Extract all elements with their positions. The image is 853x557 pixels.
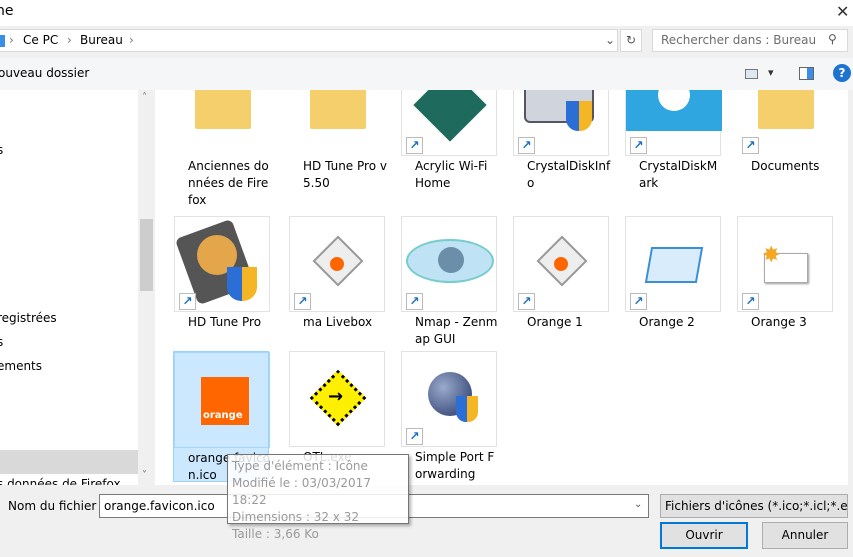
file-name: HD Tune Pro <box>188 315 262 329</box>
file-thumbnail: ✸ ↗ <box>737 216 833 312</box>
shortcut-arrow-icon: ↗ <box>742 293 759 310</box>
file-name: ma Livebox <box>303 315 373 329</box>
shortcut-arrow-icon: ↗ <box>518 137 535 154</box>
help-icon[interactable]: ? <box>833 64 851 82</box>
address-bar[interactable]: › Ce PC › Bureau › ⌄ <box>0 29 618 52</box>
shortcut-arrow-icon: ↗ <box>630 293 647 310</box>
chevron-down-icon[interactable]: ⌄ <box>634 499 642 510</box>
file-thumbnail: ↗ <box>737 90 833 156</box>
new-folder-button[interactable]: ouveau dossier <box>0 66 89 80</box>
file-list: Anciennes données de Firefox HD Tune Pro … <box>155 90 848 485</box>
refresh-icon[interactable]: ↻ <box>620 29 642 52</box>
tooltip-dimensions: Dimensions : 32 x 32 <box>232 510 359 524</box>
nav-item[interactable]: ements <box>0 359 42 373</box>
close-icon[interactable]: ✕ <box>836 2 849 21</box>
file-thumbnail: ↗ <box>174 216 270 312</box>
nav-scrollbar-thumb[interactable] <box>140 219 153 291</box>
tooltip-type: Type d'élément : Icône <box>232 459 368 473</box>
file-name: Acrylic Wi-Fi Home <box>415 159 488 190</box>
view-icon[interactable] <box>745 69 758 79</box>
file-name: Orange 2 <box>639 315 695 329</box>
shortcut-arrow-icon: ↗ <box>406 428 423 445</box>
tooltip-size: Taille : 3,66 Ko <box>232 527 319 541</box>
file-name: CrystalDiskInfo <box>527 159 611 190</box>
file-name: Orange 1 <box>527 315 583 329</box>
file-tooltip: Type d'élément : Icône Modifié le : 03/0… <box>227 454 409 541</box>
filename-label: Nom du fichier : <box>8 499 105 513</box>
shortcut-arrow-icon: ↗ <box>406 293 423 310</box>
file-type-value: Fichiers d'icônes (*.ico;*.icl;*.exe <box>665 499 848 513</box>
window-title: ne <box>0 3 14 19</box>
navigation-pane: s registrées s ements s données de Firef… <box>0 90 138 485</box>
orange-logo-text: orange <box>203 410 243 421</box>
file-thumbnail: → <box>289 351 385 447</box>
file-thumbnail: ↗ <box>289 216 385 312</box>
nav-item[interactable]: registrées <box>0 311 57 325</box>
file-thumbnail: ↗ <box>401 216 497 312</box>
file-thumbnail: ↗ <box>513 90 609 156</box>
file-name: Documents <box>751 159 820 173</box>
view-dropdown-icon[interactable]: ▾ <box>768 66 774 79</box>
preview-pane-icon[interactable] <box>799 67 814 80</box>
file-name: Orange 3 <box>751 315 807 329</box>
breadcrumb-separator: › <box>9 33 14 47</box>
search-input[interactable]: Rechercher dans : Bureau <box>652 29 848 52</box>
nav-item[interactable]: s <box>0 335 3 349</box>
file-type-select[interactable]: Fichiers d'icônes (*.ico;*.icl;*.exe <box>660 494 848 518</box>
breadcrumb-separator: › <box>67 33 72 47</box>
toolbar: ouveau dossier ▾ ? <box>0 58 853 90</box>
pc-icon <box>0 35 5 47</box>
open-button[interactable]: Ouvrir <box>660 522 748 549</box>
scroll-down-icon[interactable]: ˅ <box>142 470 147 481</box>
shortcut-arrow-icon: ↗ <box>518 293 535 310</box>
nav-item-selected[interactable] <box>0 450 138 474</box>
search-icon: ⚲ <box>828 32 837 46</box>
breadcrumb-ce-pc[interactable]: Ce PC <box>23 33 58 47</box>
cancel-button[interactable]: Annuler <box>762 522 848 549</box>
file-thumbnail: ↗ <box>513 216 609 312</box>
file-thumbnail: ↗ <box>625 216 721 312</box>
file-name: Anciennes données de Firefox <box>188 159 269 207</box>
file-list-scrollbar[interactable] <box>848 90 853 485</box>
file-thumbnail: orange <box>174 352 270 448</box>
shortcut-arrow-icon: ↗ <box>742 137 759 154</box>
file-thumbnail <box>174 90 270 156</box>
file-thumbnail <box>289 90 385 156</box>
file-name: HD Tune Pro v5.50 <box>303 159 387 190</box>
shortcut-arrow-icon: ↗ <box>179 293 196 310</box>
file-thumbnail: ↗ <box>401 351 497 447</box>
file-name: Nmap - Zenmap GUI <box>415 315 498 346</box>
tooltip-modified: Modifié le : 03/03/2017 18:22 <box>232 476 371 507</box>
file-thumbnail: ↗ <box>625 90 722 156</box>
shortcut-arrow-icon: ↗ <box>630 137 647 154</box>
shortcut-arrow-icon: ↗ <box>406 137 423 154</box>
chevron-down-icon[interactable]: ⌄ <box>605 33 615 47</box>
nav-item[interactable]: s <box>0 143 3 157</box>
scroll-up-icon[interactable]: ˄ <box>142 92 147 103</box>
file-name: Simple Port Forwarding <box>415 450 495 481</box>
title-bar: ne ✕ <box>0 0 853 26</box>
breadcrumb-separator[interactable]: › <box>129 33 134 47</box>
nav-item[interactable]: s données de Firefox <box>0 477 121 485</box>
breadcrumb-bureau[interactable]: Bureau <box>80 33 123 47</box>
shortcut-arrow-icon: ↗ <box>294 293 311 310</box>
file-thumbnail: ↗ <box>401 90 497 156</box>
file-name: CrystalDiskMark <box>639 159 718 190</box>
